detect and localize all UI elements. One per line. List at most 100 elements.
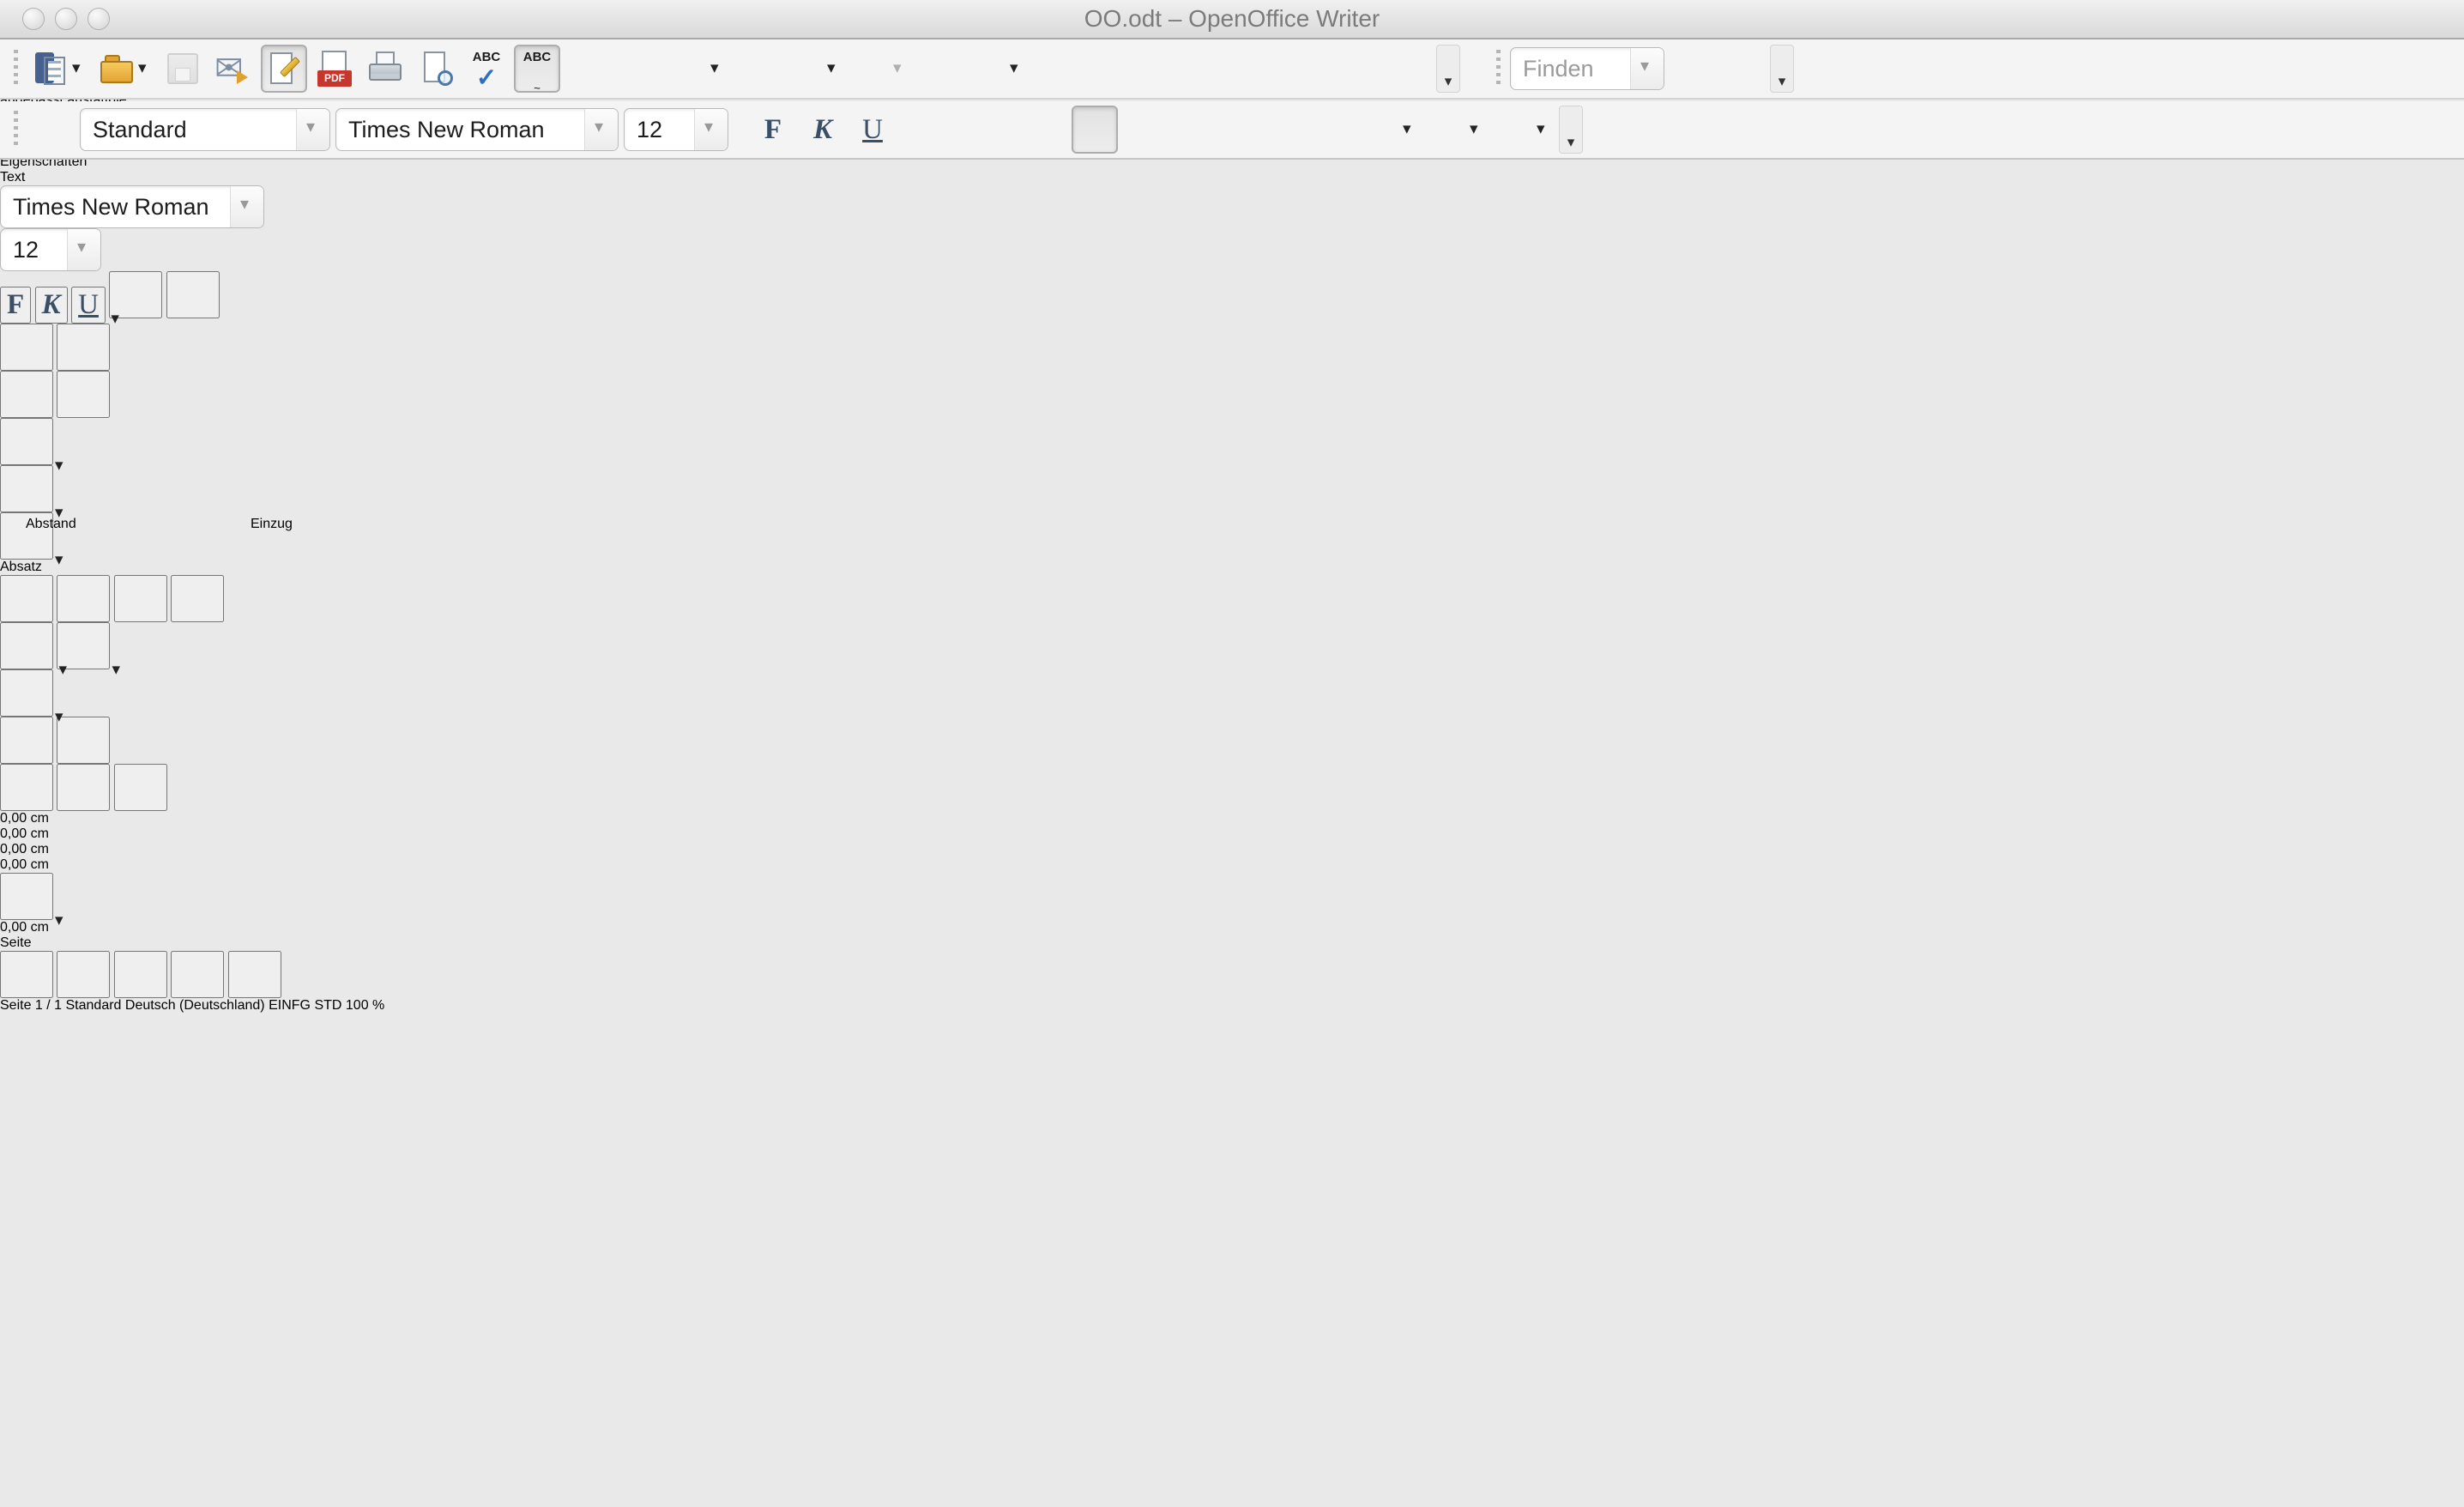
sidebar-font-name-select[interactable]: Times New Roman: [0, 185, 264, 228]
format-paintbrush-button[interactable]: [732, 45, 778, 93]
zoom-button[interactable]: [1335, 45, 1381, 93]
increase-indent-button[interactable]: [1295, 106, 1341, 154]
dropdown-arrow-icon[interactable]: [136, 51, 152, 86]
page-preview-button[interactable]: [413, 45, 459, 93]
toolbar-grip[interactable]: [14, 111, 18, 148]
grow-font-button[interactable]: [0, 371, 53, 418]
sidebar-align-center-button[interactable]: [57, 575, 111, 622]
new-document-button[interactable]: [27, 45, 89, 93]
auto-spellcheck-button[interactable]: [514, 45, 560, 94]
first-line-indent-field[interactable]: 0,00 cm: [0, 920, 2464, 935]
toolbar-overflow-button[interactable]: [1436, 45, 1460, 93]
status-selection-mode[interactable]: STD: [314, 998, 341, 1013]
styles-window-button[interactable]: [28, 106, 75, 154]
sidebar-numbered-list-button[interactable]: [57, 622, 111, 669]
tab-gallery[interactable]: [171, 951, 225, 998]
font-color-button[interactable]: [1358, 106, 1420, 154]
sidebar-align-justify-button[interactable]: [171, 575, 225, 622]
after-text-indent-field[interactable]: 0,00 cm: [0, 857, 2464, 873]
sidebar-font-color-button[interactable]: [0, 465, 53, 512]
dropdown-arrow-icon[interactable]: [1401, 112, 1416, 147]
navigator-button[interactable]: [1132, 45, 1179, 93]
open-button[interactable]: [94, 45, 155, 93]
sidebar-font-size-select[interactable]: 12: [0, 228, 101, 271]
hyperlink-button[interactable]: [915, 45, 961, 93]
highlighting-button[interactable]: [1425, 106, 1487, 154]
dropdown-arrow-icon[interactable]: [1535, 112, 1550, 147]
insert-table-button[interactable]: [965, 45, 1027, 93]
print-button[interactable]: [362, 45, 408, 93]
dropdown-arrow-icon[interactable]: [891, 51, 907, 86]
status-zoom-level[interactable]: 100 %: [346, 998, 384, 1013]
dropdown-arrow-icon[interactable]: [70, 51, 86, 86]
status-insert-mode[interactable]: EINFG: [269, 998, 311, 1013]
undo-button[interactable]: [782, 45, 844, 93]
align-left-button[interactable]: [917, 106, 963, 154]
sidebar-italic-button[interactable]: K: [34, 287, 68, 324]
tab-properties[interactable]: [57, 951, 111, 998]
edit-file-button[interactable]: [261, 45, 307, 93]
sidebar-align-left-button[interactable]: [0, 575, 53, 622]
find-previous-button[interactable]: [1719, 45, 1766, 93]
sidebar-increase-indent-button[interactable]: [0, 764, 53, 811]
background-color-button[interactable]: [1492, 106, 1554, 154]
find-next-button[interactable]: [1669, 45, 1715, 93]
sidebar-strikethrough-button[interactable]: [109, 271, 163, 318]
bullet-list-button[interactable]: [1192, 106, 1238, 154]
sidebar-bullet-list-button[interactable]: [0, 622, 53, 669]
above-paragraph-spacing-field[interactable]: 0,00 cm: [0, 811, 2464, 826]
toolbar-grip[interactable]: [14, 50, 18, 88]
sidebar-menu-button[interactable]: [0, 951, 53, 998]
paste-button[interactable]: [666, 45, 728, 93]
raise-position-button[interactable]: [0, 324, 53, 371]
status-paragraph-style[interactable]: Standard: [66, 998, 122, 1013]
tab-styles[interactable]: [113, 951, 167, 998]
increase-paragraph-spacing-button[interactable]: [0, 717, 53, 764]
font-size-select[interactable]: 12: [624, 108, 728, 151]
export-pdf-button[interactable]: [311, 45, 358, 93]
toolbar-overflow-button[interactable]: [1770, 45, 1794, 93]
lower-position-button[interactable]: [57, 324, 111, 371]
close-sidebar-button[interactable]: [2423, 9, 2433, 10]
align-justify-button[interactable]: [1072, 106, 1118, 154]
line-spacing-button[interactable]: [0, 873, 53, 920]
dropdown-arrow-icon[interactable]: [1468, 112, 1483, 147]
sidebar-bold-button[interactable]: F: [0, 287, 32, 324]
status-language[interactable]: Deutsch (Deutschland): [125, 998, 265, 1013]
data-sources-button[interactable]: [1234, 45, 1280, 93]
draw-functions-button[interactable]: [1031, 45, 1078, 93]
nonprinting-characters-button[interactable]: [1284, 45, 1331, 93]
italic-button[interactable]: K: [800, 106, 845, 154]
spellcheck-button[interactable]: [463, 45, 510, 93]
underline-button[interactable]: U: [850, 106, 895, 154]
dropdown-arrow-icon[interactable]: [709, 51, 724, 86]
font-name-select[interactable]: Times New Roman: [335, 108, 619, 151]
below-paragraph-spacing-field[interactable]: 0,00 cm: [0, 842, 2464, 857]
sidebar-align-right-button[interactable]: [113, 575, 167, 622]
find-replace-button[interactable]: [1082, 45, 1128, 93]
paragraph-background-color-button[interactable]: [0, 669, 53, 717]
tab-navigator[interactable]: [227, 951, 281, 998]
hanging-indent-button[interactable]: [113, 764, 167, 811]
shrink-font-button[interactable]: [57, 371, 111, 418]
email-document-button[interactable]: [210, 45, 257, 93]
dropdown-arrow-icon[interactable]: [825, 51, 841, 86]
before-text-indent-field[interactable]: 0,00 cm: [0, 826, 2464, 842]
sidebar-decrease-indent-button[interactable]: [57, 764, 111, 811]
decrease-indent-button[interactable]: [1243, 106, 1289, 154]
help-button[interactable]: [1386, 45, 1432, 93]
character-spacing-button[interactable]: [0, 418, 53, 465]
sidebar-character-dialog-button[interactable]: [166, 271, 220, 318]
align-center-button[interactable]: [969, 106, 1015, 154]
status-page-number[interactable]: Seite 1 / 1: [0, 998, 62, 1013]
toolbar-overflow-button[interactable]: [1559, 106, 1583, 154]
find-input[interactable]: Finden: [1510, 47, 1664, 90]
paragraph-style-select[interactable]: Standard: [80, 108, 330, 151]
numbered-list-button[interactable]: [1140, 106, 1187, 154]
sidebar-underline-button[interactable]: U: [71, 287, 106, 324]
align-right-button[interactable]: [1020, 106, 1066, 154]
gallery-button[interactable]: [1183, 45, 1229, 93]
bold-button[interactable]: F: [751, 106, 795, 154]
toolbar-grip[interactable]: [1496, 50, 1501, 88]
dropdown-arrow-icon[interactable]: [1008, 51, 1024, 86]
